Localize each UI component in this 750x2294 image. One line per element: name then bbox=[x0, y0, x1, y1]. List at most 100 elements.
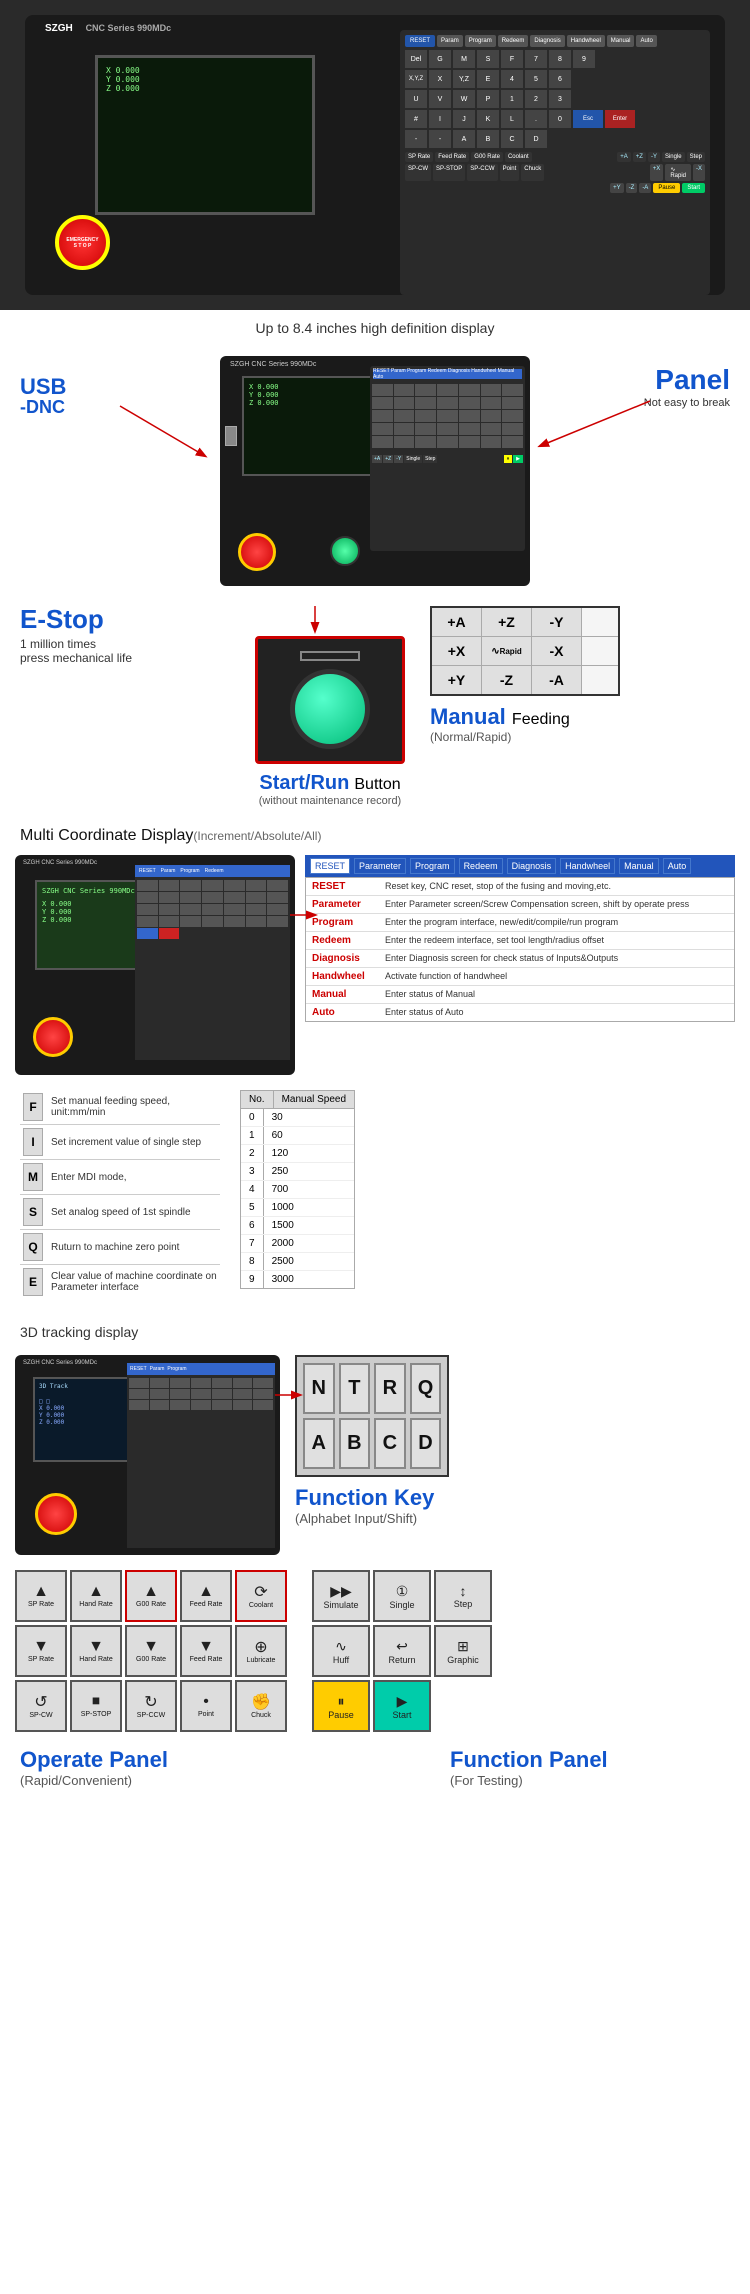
key-V[interactable]: V bbox=[429, 90, 451, 108]
key-plus-X[interactable]: +X bbox=[650, 164, 664, 181]
small-green-btn[interactable] bbox=[330, 536, 360, 566]
letter-key-button[interactable]: F bbox=[23, 1093, 43, 1121]
key-program[interactable]: Program bbox=[465, 35, 496, 47]
key-3[interactable]: 3 bbox=[549, 90, 571, 108]
key-M[interactable]: M bbox=[453, 50, 475, 68]
key-start[interactable]: Start bbox=[682, 183, 705, 193]
tab-auto[interactable]: Auto bbox=[663, 858, 692, 874]
op-key-sp-ccw[interactable]: ↻SP-CCW bbox=[125, 1680, 177, 1732]
mf-cell[interactable]: -Y bbox=[532, 608, 582, 636]
key-rapid[interactable]: ∿Rapid bbox=[665, 164, 691, 181]
key-dot[interactable]: . bbox=[525, 110, 547, 128]
function-key-d[interactable]: D bbox=[410, 1418, 442, 1469]
mf-cell[interactable]: +Z bbox=[482, 608, 532, 636]
letter-key-button[interactable]: E bbox=[23, 1268, 43, 1296]
mf-cell[interactable]: -A bbox=[532, 666, 582, 694]
key-minus-Y[interactable]: -Y bbox=[648, 152, 660, 162]
key-W[interactable]: W bbox=[453, 90, 475, 108]
key-X2[interactable]: X bbox=[429, 70, 451, 88]
key-chuck[interactable]: Chuck bbox=[521, 164, 544, 181]
letter-key-button[interactable]: S bbox=[23, 1198, 43, 1226]
key-2[interactable]: 2 bbox=[525, 90, 547, 108]
coord-estop[interactable] bbox=[33, 1017, 73, 1057]
key-sp-ccw[interactable]: SP-CCW bbox=[467, 164, 497, 181]
op-key-hand-rate[interactable]: ▼Hand Rate bbox=[70, 1625, 122, 1677]
tab-reset[interactable]: RESET bbox=[310, 858, 350, 874]
fp-key-step[interactable]: ↕Step bbox=[434, 1570, 492, 1622]
fp-key-graphic[interactable]: ⊞Graphic bbox=[434, 1625, 492, 1677]
key-redeem[interactable]: Redeem bbox=[498, 35, 529, 47]
key-Esc[interactable]: Esc bbox=[573, 110, 603, 128]
key-J[interactable]: J bbox=[453, 110, 475, 128]
key-U[interactable]: U bbox=[405, 90, 427, 108]
op-key-hand-rate[interactable]: ▲Hand Rate bbox=[70, 1570, 122, 1622]
key-param[interactable]: Param bbox=[437, 35, 463, 47]
fp-key-start[interactable]: ▶Start bbox=[373, 1680, 431, 1732]
op-key-sp-rate[interactable]: ▲SP Rate bbox=[15, 1570, 67, 1622]
key-del[interactable]: Del bbox=[405, 50, 427, 68]
fp-key-huff[interactable]: ∿Huff bbox=[312, 1625, 370, 1677]
key-sp-stop[interactable]: SP-STOP bbox=[433, 164, 465, 181]
function-key-c[interactable]: C bbox=[374, 1418, 406, 1469]
function-key-q[interactable]: Q bbox=[410, 1363, 442, 1414]
key-g00-rate[interactable]: G00 Rate bbox=[471, 152, 503, 162]
mf-cell[interactable]: +A bbox=[432, 608, 482, 636]
key-sp-cw[interactable]: SP-CW bbox=[405, 164, 431, 181]
key-diag[interactable]: Diagnosis bbox=[530, 35, 564, 47]
op-key-sp-cw[interactable]: ↺SP-CW bbox=[15, 1680, 67, 1732]
letter-key-button[interactable]: I bbox=[23, 1128, 43, 1156]
key-plus-A[interactable]: +A bbox=[617, 152, 631, 162]
key-hash[interactable]: # bbox=[405, 110, 427, 128]
fp-key-simulate[interactable]: ▶▶Simulate bbox=[312, 1570, 370, 1622]
mf-cell[interactable]: +Y bbox=[432, 666, 482, 694]
letter-key-button[interactable]: M bbox=[23, 1163, 43, 1191]
key-sp-rate[interactable]: SP Rate bbox=[405, 152, 433, 162]
key-8[interactable]: 8 bbox=[549, 50, 571, 68]
tab-parameter[interactable]: Parameter bbox=[354, 858, 406, 874]
key-minus-A[interactable]: -A bbox=[639, 183, 651, 193]
key-4[interactable]: 4 bbox=[501, 70, 523, 88]
op-key-feed-rate[interactable]: ▲Feed Rate bbox=[180, 1570, 232, 1622]
estop-box[interactable] bbox=[255, 636, 405, 764]
key-E[interactable]: E bbox=[477, 70, 499, 88]
mf-cell[interactable]: ∿Rapid bbox=[482, 637, 532, 665]
key-P[interactable]: P bbox=[477, 90, 499, 108]
fp-key-single[interactable]: ①Single bbox=[373, 1570, 431, 1622]
key-single[interactable]: Single bbox=[662, 152, 685, 162]
mf-cell[interactable]: -Z bbox=[482, 666, 532, 694]
key-F[interactable]: F bbox=[501, 50, 523, 68]
key-pause[interactable]: Pause bbox=[653, 183, 680, 193]
key-Enter[interactable]: Enter bbox=[605, 110, 635, 128]
key-minus-Z[interactable]: -Z bbox=[626, 183, 638, 193]
fp-key-pause[interactable]: ⏸Pause bbox=[312, 1680, 370, 1732]
tab-program[interactable]: Program bbox=[410, 858, 455, 874]
emergency-stop-button[interactable]: EMERGENCYS T O P bbox=[55, 215, 110, 270]
op-key-sp-rate[interactable]: ▼SP Rate bbox=[15, 1625, 67, 1677]
tab-redeem[interactable]: Redeem bbox=[459, 858, 503, 874]
key-reset[interactable]: RESET bbox=[405, 35, 435, 47]
function-key-r[interactable]: R bbox=[374, 1363, 406, 1414]
letter-key-button[interactable]: Q bbox=[23, 1233, 43, 1261]
mf-cell[interactable]: +X bbox=[432, 637, 482, 665]
tracking-estop[interactable] bbox=[35, 1493, 77, 1535]
key-K[interactable]: K bbox=[477, 110, 499, 128]
key-L[interactable]: L bbox=[501, 110, 523, 128]
key-minus2[interactable]: - bbox=[429, 130, 451, 148]
key-5[interactable]: 5 bbox=[525, 70, 547, 88]
key-plus-Y[interactable]: +Y bbox=[610, 183, 624, 193]
key-0[interactable]: 0 bbox=[549, 110, 571, 128]
op-key-sp-stop[interactable]: ⏹SP-STOP bbox=[70, 1680, 122, 1732]
small-estop[interactable] bbox=[238, 533, 276, 571]
tab-manual[interactable]: Manual bbox=[619, 858, 659, 874]
key-9[interactable]: 9 bbox=[573, 50, 595, 68]
function-key-b[interactable]: B bbox=[339, 1418, 371, 1469]
function-key-a[interactable]: A bbox=[303, 1418, 335, 1469]
key-6[interactable]: 6 bbox=[549, 70, 571, 88]
op-key-lubricate[interactable]: ⊕Lubricate bbox=[235, 1625, 287, 1677]
key-plus-Z[interactable]: +Z bbox=[633, 152, 646, 162]
green-run-button[interactable] bbox=[290, 669, 370, 749]
key-C[interactable]: C bbox=[501, 130, 523, 148]
op-key-g00-rate[interactable]: ▲G00 Rate bbox=[125, 1570, 177, 1622]
key-1[interactable]: 1 bbox=[501, 90, 523, 108]
key-manual[interactable]: Manual bbox=[607, 35, 635, 47]
